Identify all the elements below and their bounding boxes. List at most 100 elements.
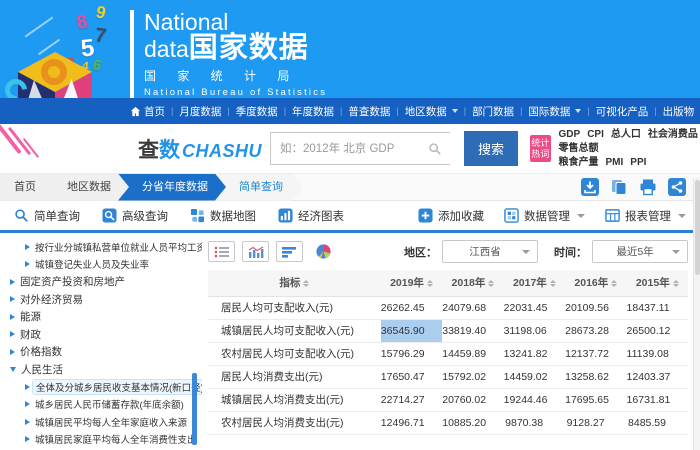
sidebar-scrollbar[interactable] bbox=[192, 373, 197, 445]
sort-icon[interactable] bbox=[673, 280, 679, 287]
column-header-1[interactable]: 指标 bbox=[208, 270, 381, 296]
nav-item-4[interactable]: 年度数据 bbox=[290, 104, 336, 119]
value-cell[interactable]: 13258.62 bbox=[565, 365, 626, 388]
value-cell[interactable]: 13241.82 bbox=[504, 342, 565, 365]
page-scrollbar[interactable] bbox=[693, 178, 700, 450]
nav-item-8[interactable]: 国际数据 bbox=[526, 104, 583, 119]
value-cell[interactable]: 14459.02 bbox=[504, 365, 565, 388]
toolbar-left-2[interactable]: 高级查询 bbox=[102, 208, 168, 224]
view-toggle-barchart-view[interactable] bbox=[242, 241, 269, 262]
nav-item-9[interactable]: 可视化产品 bbox=[594, 104, 651, 119]
view-toggle-piechart-view[interactable] bbox=[310, 241, 337, 262]
nav-item-5[interactable]: 普查数据 bbox=[346, 104, 392, 119]
selected-value-cell[interactable]: 36545.90 bbox=[381, 319, 442, 342]
nav-item-2[interactable]: 月度数据 bbox=[177, 104, 223, 119]
value-cell[interactable]: 33819.40 bbox=[442, 319, 503, 342]
hot-word[interactable]: 粮食产量 bbox=[559, 157, 599, 168]
column-header-3[interactable]: 2018年 bbox=[442, 270, 503, 296]
toolbar-left-1[interactable]: 简单查询 bbox=[14, 208, 80, 224]
sort-icon[interactable] bbox=[488, 280, 494, 287]
sidebar-item-6[interactable]: 财政 bbox=[0, 326, 202, 344]
hot-word[interactable]: CPI bbox=[587, 129, 604, 140]
toolbar-label: 高级查询 bbox=[122, 208, 168, 224]
region-select[interactable]: 江西省 bbox=[442, 240, 538, 263]
toolbar-right-3[interactable]: 报表管理 bbox=[605, 208, 686, 224]
search-button[interactable]: 搜索 bbox=[464, 131, 518, 166]
sidebar-item-11[interactable]: 城镇居民平均每人全年家庭收入来源 bbox=[0, 413, 202, 431]
nav-item-3[interactable]: 季度数据 bbox=[234, 104, 280, 119]
view-toggle-list-view[interactable] bbox=[208, 241, 235, 262]
value-cell[interactable]: 12403.37 bbox=[627, 365, 688, 388]
value-cell[interactable]: 11139.08 bbox=[627, 342, 688, 365]
hot-word[interactable]: GDP bbox=[559, 129, 581, 140]
sidebar-item-9[interactable]: 全体及分城乡居民收支基本情况(新口径) bbox=[0, 378, 202, 396]
value-cell[interactable]: 12137.72 bbox=[565, 342, 626, 365]
column-header-2[interactable]: 2019年 bbox=[381, 270, 442, 296]
value-cell[interactable]: 17695.65 bbox=[565, 388, 626, 411]
value-cell[interactable]: 14459.89 bbox=[442, 342, 503, 365]
nav-item-1[interactable]: 首页 bbox=[128, 104, 167, 119]
value-cell[interactable]: 20109.56 bbox=[565, 296, 626, 319]
sidebar-item-10[interactable]: 城乡居民人民币储蓄存款(年底余额) bbox=[0, 396, 202, 414]
search-input[interactable] bbox=[270, 132, 450, 165]
value-cell[interactable]: 28673.28 bbox=[565, 319, 626, 342]
sidebar-item-12[interactable]: 城镇居民家庭平均每人全年消费性支出 bbox=[0, 431, 202, 449]
sort-icon[interactable] bbox=[611, 280, 617, 287]
value-cell[interactable]: 26262.45 bbox=[381, 296, 442, 319]
value-cell[interactable]: 8485.59 bbox=[627, 411, 688, 434]
download-icon[interactable] bbox=[581, 178, 599, 196]
value-cell[interactable]: 18437.11 bbox=[627, 296, 688, 319]
sort-icon[interactable] bbox=[550, 280, 556, 287]
value-cell[interactable]: 19244.46 bbox=[504, 388, 565, 411]
column-header-4[interactable]: 2017年 bbox=[504, 270, 565, 296]
nav-item-7[interactable]: 部门数据 bbox=[470, 104, 516, 119]
value-cell[interactable]: 31198.06 bbox=[504, 319, 565, 342]
hot-word[interactable]: 总人口 bbox=[611, 129, 641, 140]
print-icon[interactable] bbox=[639, 178, 657, 196]
value-cell[interactable]: 22714.27 bbox=[381, 388, 442, 411]
brand-block: National data国家数据 国 家 统 计 局 National Bur… bbox=[130, 10, 327, 98]
breadcrumb-tab-3[interactable]: 分省年度数据 bbox=[118, 174, 228, 201]
sidebar-item-8[interactable]: 人民生活 bbox=[0, 361, 202, 379]
table-row: 农村居民人均消费支出(元)12496.7110885.209870.389128… bbox=[208, 411, 688, 434]
copy-icon[interactable] bbox=[610, 178, 628, 196]
sidebar-item-7[interactable]: 价格指数 bbox=[0, 343, 202, 361]
sidebar-item-2[interactable]: 城镇登记失业人员及失业率 bbox=[0, 256, 202, 274]
share-icon[interactable] bbox=[668, 178, 686, 196]
value-cell[interactable]: 10885.20 bbox=[442, 411, 503, 434]
time-select[interactable]: 最近5年 bbox=[592, 240, 688, 263]
chevron-down-icon bbox=[678, 214, 686, 218]
toolbar-left-3[interactable]: 数据地图 bbox=[190, 208, 256, 224]
toolbar-left-4[interactable]: 经济图表 bbox=[278, 208, 344, 224]
value-cell[interactable]: 20760.02 bbox=[442, 388, 503, 411]
value-cell[interactable]: 15792.02 bbox=[442, 365, 503, 388]
toolbar-right-2[interactable]: 数据管理 bbox=[504, 208, 585, 224]
toolbar-right-1[interactable]: 添加收藏 bbox=[418, 208, 484, 224]
value-cell[interactable]: 9870.38 bbox=[504, 411, 565, 434]
value-cell[interactable]: 12496.71 bbox=[381, 411, 442, 434]
hot-word[interactable]: PPI bbox=[630, 157, 646, 168]
value-cell[interactable]: 26500.12 bbox=[627, 319, 688, 342]
sidebar-item-5[interactable]: 能源 bbox=[0, 308, 202, 326]
value-cell[interactable]: 15796.29 bbox=[381, 342, 442, 365]
sidebar-item-1[interactable]: 按行业分城镇私营单位就业人员平均工资 bbox=[0, 238, 202, 256]
chevron-down-icon bbox=[575, 109, 581, 113]
sidebar-item-4[interactable]: 对外经济贸易 bbox=[0, 291, 202, 309]
value-cell[interactable]: 22031.45 bbox=[504, 296, 565, 319]
column-header-5[interactable]: 2016年 bbox=[565, 270, 626, 296]
value-cell[interactable]: 24079.68 bbox=[442, 296, 503, 319]
breadcrumb-tab-2[interactable]: 地区数据 bbox=[43, 174, 131, 201]
value-cell[interactable]: 17650.47 bbox=[381, 365, 442, 388]
hot-word[interactable]: PMI bbox=[606, 157, 624, 168]
column-header-6[interactable]: 2015年 bbox=[627, 270, 688, 296]
sort-icon[interactable] bbox=[303, 280, 309, 287]
chevron-down-icon bbox=[452, 109, 458, 113]
breadcrumb-tab-4[interactable]: 简单查询 bbox=[215, 174, 303, 201]
sidebar-item-3[interactable]: 固定资产投资和房地产 bbox=[0, 273, 202, 291]
value-cell[interactable]: 16731.81 bbox=[627, 388, 688, 411]
sort-icon[interactable] bbox=[427, 280, 433, 287]
nav-item-10[interactable]: 出版物 bbox=[661, 104, 697, 119]
nav-item-6[interactable]: 地区数据 bbox=[403, 104, 460, 119]
value-cell[interactable]: 9128.27 bbox=[565, 411, 626, 434]
view-toggle-hbars-view[interactable] bbox=[276, 241, 303, 262]
